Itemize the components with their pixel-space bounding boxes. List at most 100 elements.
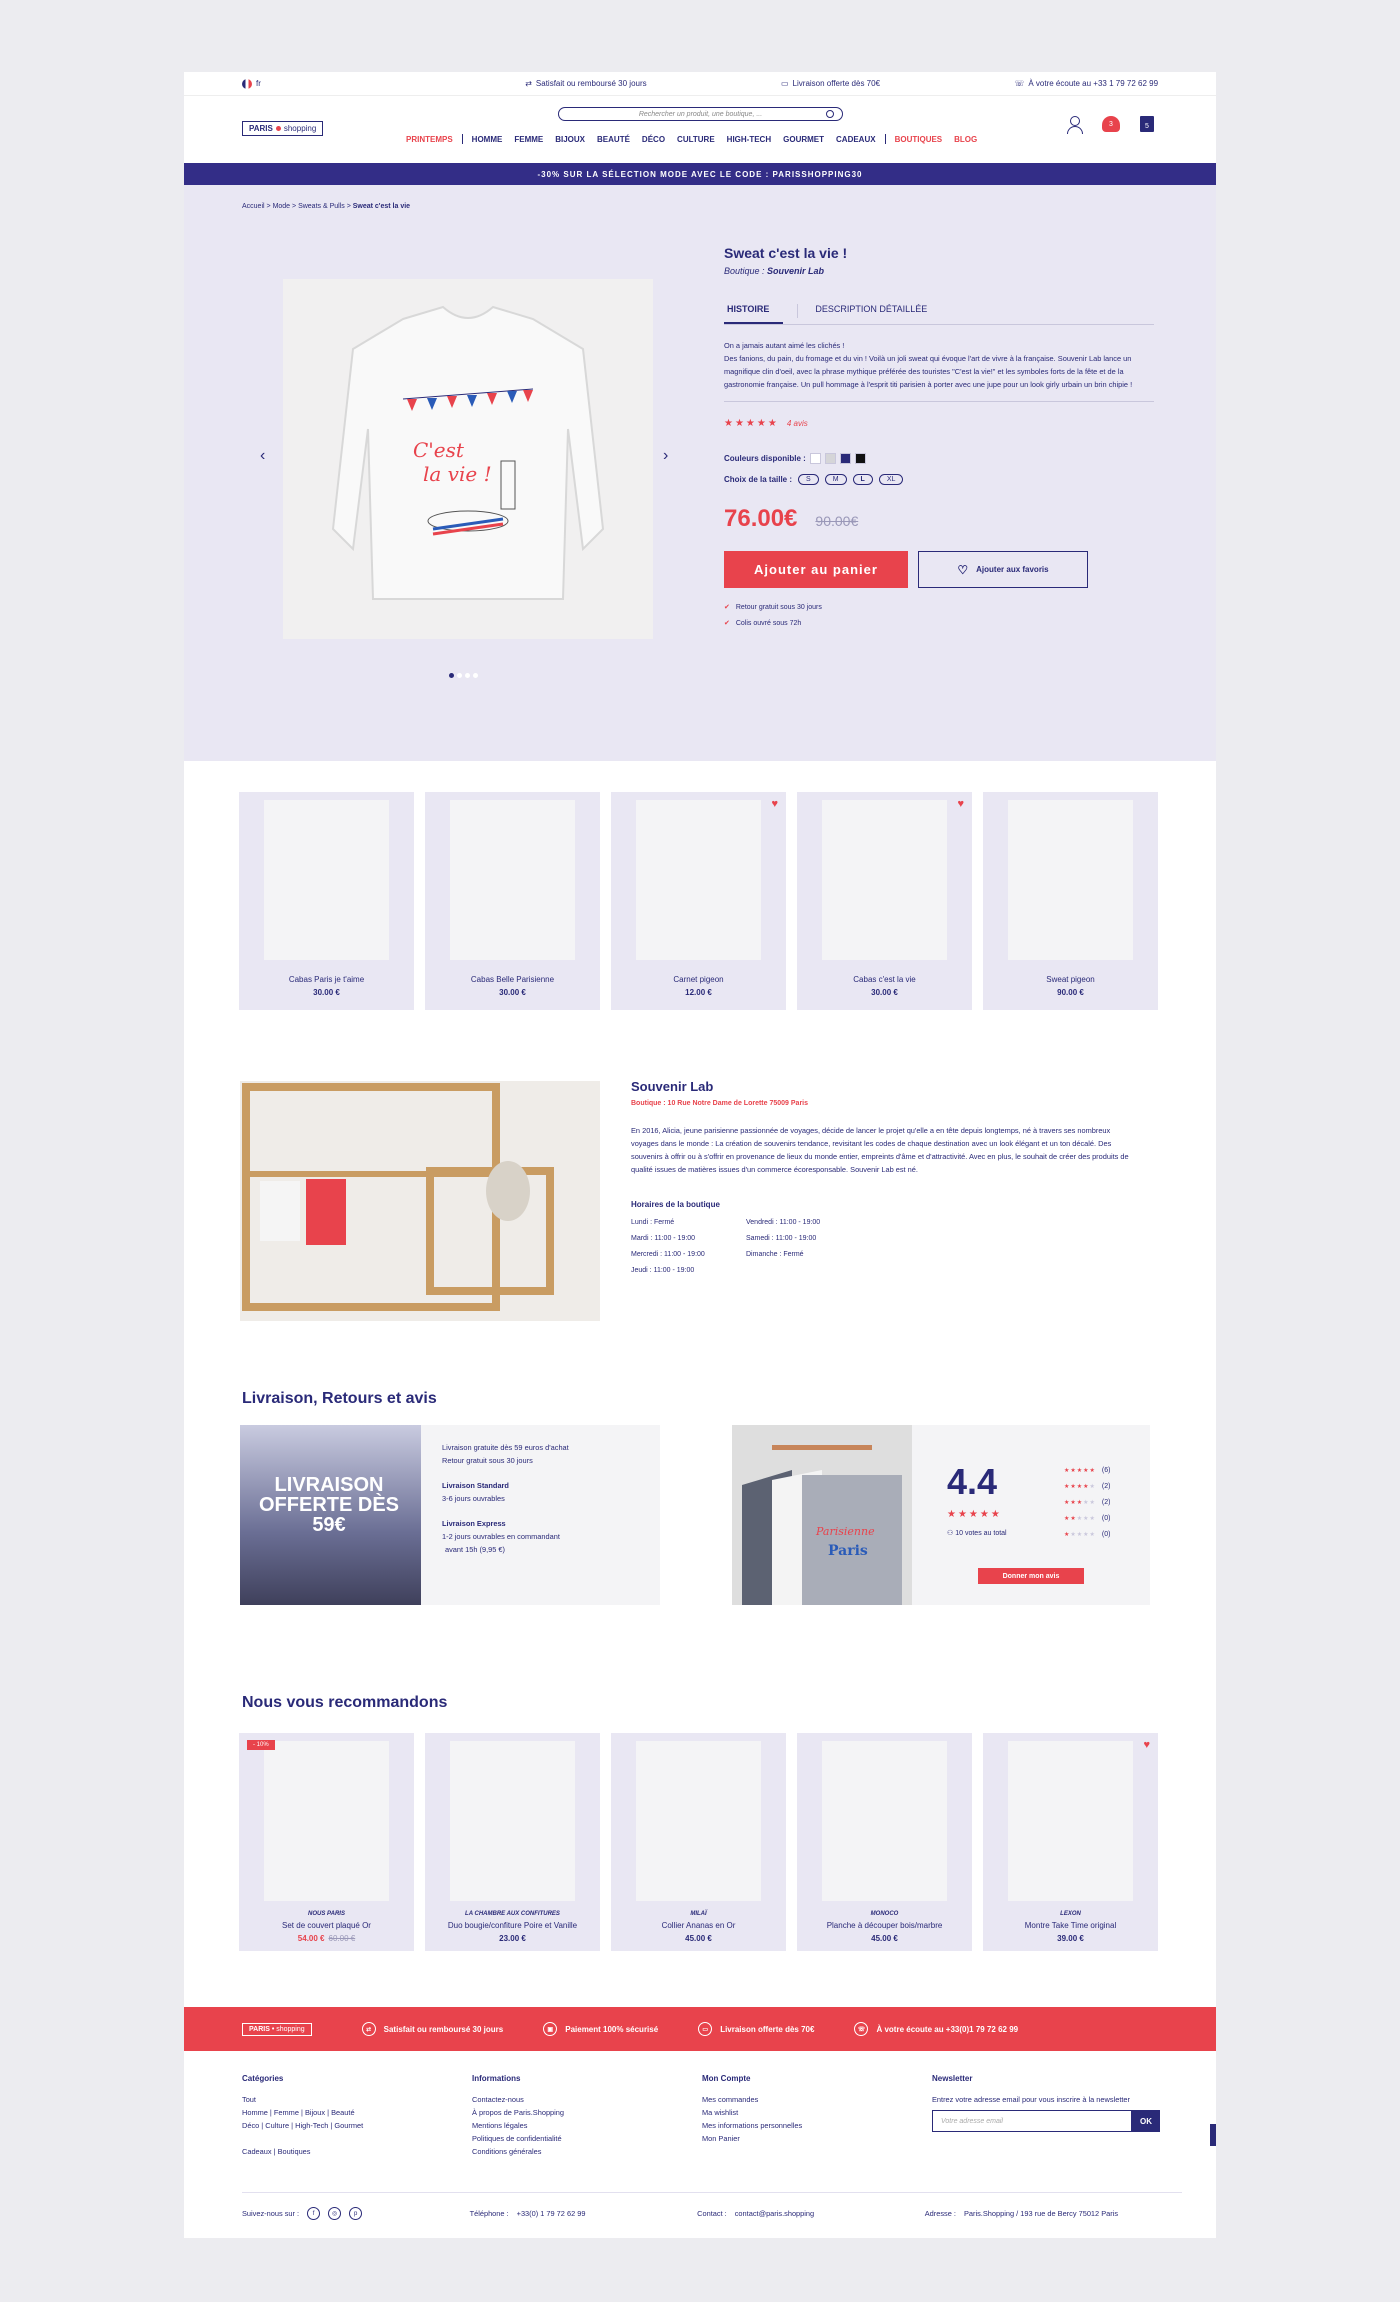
size-option-s[interactable]: S xyxy=(798,474,819,485)
stars-5-icon: ★★★★★ xyxy=(1064,1468,1096,1474)
product-name: Cabas Belle Parisienne xyxy=(470,975,555,984)
footer-link[interactable]: Mon Panier xyxy=(702,2132,932,2145)
newsletter-email-input[interactable]: Votre adresse email xyxy=(932,2110,1132,2132)
language-selector[interactable]: fr xyxy=(242,78,261,89)
add-to-cart-button[interactable]: Ajouter au panier xyxy=(724,551,908,588)
search-icon[interactable] xyxy=(826,110,834,118)
shop-hours-title: Horaires de la boutique xyxy=(631,1200,720,1209)
next-arrow-icon[interactable]: › xyxy=(663,447,668,465)
nav-bijoux[interactable]: BIJOUX xyxy=(549,135,591,144)
footer-address-line: Adresse : Paris.Shopping / 193 rue de Be… xyxy=(925,2207,1182,2220)
footer-link[interactable]: Mes commandes xyxy=(702,2093,932,2106)
color-swatch-navy[interactable] xyxy=(839,453,851,464)
color-swatch-black[interactable] xyxy=(854,453,866,464)
recommend-title: Nous vous recommandons xyxy=(242,1694,448,1711)
product-card[interactable]: Cabas Belle Parisienne 30.00 € xyxy=(425,792,600,1010)
chat-tab[interactable] xyxy=(1210,2124,1216,2146)
footer-link[interactable]: Mes informations personnelles xyxy=(702,2119,932,2132)
instagram-icon[interactable]: ◎ xyxy=(328,2207,342,2220)
footer-link[interactable]: Cadeaux | Boutiques xyxy=(242,2145,472,2158)
color-swatch-white[interactable] xyxy=(809,453,821,464)
stars-2-icon: ★★★★★ xyxy=(1064,1516,1096,1522)
colors-label: Couleurs disponible : xyxy=(724,454,806,463)
footer-link[interactable]: Mentions légales xyxy=(472,2119,702,2132)
tab-description[interactable]: DESCRIPTION DÉTAILLÉE xyxy=(812,304,930,324)
add-to-favorites-button[interactable]: ♡ Ajouter aux favoris xyxy=(918,551,1088,588)
standard-text: 3-6 jours ouvrables xyxy=(442,1494,505,1503)
carousel-dot[interactable] xyxy=(449,673,454,678)
footer-link[interactable]: Contactez-nous xyxy=(472,2093,702,2106)
footer-link[interactable]: Politiques de confidentialité xyxy=(472,2132,702,2145)
size-option-l[interactable]: L xyxy=(852,474,873,485)
product-card[interactable]: MILAÏ Collier Ananas en Or 45.00 € xyxy=(611,1733,786,1951)
nav-culture[interactable]: CULTURE xyxy=(671,135,721,144)
breadcrumb-mode[interactable]: Mode xyxy=(273,203,291,210)
delivery-photo: LIVRAISON OFFERTE DÈS 59€ xyxy=(240,1425,421,1605)
size-label: Choix de la taille : xyxy=(724,475,793,484)
product-card[interactable]: ♥ Cabas c'est la vie 30.00 € xyxy=(797,792,972,1010)
carousel-dot[interactable] xyxy=(473,673,478,678)
footer-link[interactable]: Ma wishlist xyxy=(702,2106,932,2119)
footer-logo[interactable]: PARIS • shopping xyxy=(242,2022,312,2036)
tab-histoire[interactable]: HISTOIRE xyxy=(724,304,784,324)
nav-high-tech[interactable]: HIGH-TECH xyxy=(721,135,777,144)
nav-boutiques[interactable]: BOUTIQUES xyxy=(889,135,949,144)
nav-femme[interactable]: FEMME xyxy=(508,135,549,144)
contact-email[interactable]: contact@paris.shopping xyxy=(735,2209,814,2218)
product-card[interactable]: LA CHAMBRE AUX CONFITURES Duo bougie/con… xyxy=(425,1733,600,1951)
reviews-link[interactable]: 4 avis xyxy=(787,419,808,428)
footer-bar-text: Paiement 100% sécurisé xyxy=(565,2024,659,2034)
logo-text-shopping: shopping xyxy=(283,124,317,133)
product-brand: LA CHAMBRE AUX CONFITURES xyxy=(465,1911,560,1917)
carousel-dot[interactable] xyxy=(457,673,462,678)
nav-deco[interactable]: DÉCO xyxy=(636,135,671,144)
footer-link[interactable]: Tout xyxy=(242,2093,472,2106)
footer-bar-text: À votre écoute au +33(0)1 79 72 62 99 xyxy=(876,2024,1019,2034)
product-photo xyxy=(450,1741,575,1901)
favorite-heart-icon[interactable]: ♥ xyxy=(957,798,964,810)
give-review-button[interactable]: Donner mon avis xyxy=(978,1568,1084,1584)
favorites-heart-icon[interactable]: 3 xyxy=(1102,116,1120,132)
product-card[interactable]: ♥ Carnet pigeon 12.00 € xyxy=(611,792,786,1010)
product-card[interactable]: - 10% NOUS PARIS Set de couvert plaqué O… xyxy=(239,1733,414,1951)
size-option-xl[interactable]: XL xyxy=(878,474,904,485)
phone-value[interactable]: +33(0) 1 79 72 62 99 xyxy=(517,2209,586,2218)
favorite-heart-icon[interactable]: ♥ xyxy=(771,798,778,810)
newsletter-ok-button[interactable]: OK xyxy=(1132,2110,1160,2132)
size-option-m[interactable]: M xyxy=(824,474,847,485)
product-card[interactable]: ♥ LEXON Montre Take Time original 39.00 … xyxy=(983,1733,1158,1951)
footer-link[interactable]: Déco | Culture | High-Tech | Gourmet xyxy=(242,2119,472,2132)
nav-gourmet[interactable]: GOURMET xyxy=(777,135,830,144)
delivery-box: LIVRAISON OFFERTE DÈS 59€ Livraison grat… xyxy=(240,1425,660,1605)
footer-link[interactable]: Conditions générales xyxy=(472,2145,702,2158)
product-rating: ★★★★★ 4 avis xyxy=(724,401,1154,429)
nav-homme[interactable]: HOMME xyxy=(466,135,509,144)
footer-link[interactable]: Homme | Femme | Bijoux | Beauté xyxy=(242,2106,472,2119)
boutique-link[interactable]: Souvenir Lab xyxy=(767,266,824,276)
related-products: Cabas Paris je t'aime 30.00 € Cabas Bell… xyxy=(239,792,1158,1010)
prev-arrow-icon[interactable]: ‹ xyxy=(260,447,265,465)
delivery-photo-text: LIVRAISON OFFERTE DÈS 59€ xyxy=(258,1474,399,1536)
nav-cadeaux[interactable]: CADEAUX xyxy=(830,135,882,144)
product-card[interactable]: Cabas Paris je t'aime 30.00 € xyxy=(239,792,414,1010)
footer-link[interactable]: À propos de Paris.Shopping xyxy=(472,2106,702,2119)
breadcrumb-sweats[interactable]: Sweats & Pulls xyxy=(298,203,345,210)
nav-blog[interactable]: BLOG xyxy=(948,135,983,144)
product-card[interactable]: Sweat pigeon 90.00 € xyxy=(983,792,1158,1010)
search-input[interactable]: Rechercher un produit, une boutique, ... xyxy=(558,107,843,121)
favorite-heart-icon[interactable]: ♥ xyxy=(1143,1739,1150,1751)
facebook-icon[interactable]: f xyxy=(307,2207,321,2220)
express-title: Livraison Express xyxy=(442,1519,506,1528)
nav-beaute[interactable]: BEAUTÉ xyxy=(591,135,636,144)
nav-printemps[interactable]: PRINTEMPS xyxy=(400,135,459,144)
shop-name[interactable]: Souvenir Lab xyxy=(631,1080,1131,1093)
product-card[interactable]: MONOCO Planche à découper bois/marbre 45… xyxy=(797,1733,972,1951)
truck-icon: ▭ xyxy=(698,2022,713,2036)
color-swatch-grey[interactable] xyxy=(824,453,836,464)
breadcrumb-home[interactable]: Accueil xyxy=(242,203,265,210)
pinterest-icon[interactable]: p xyxy=(349,2207,363,2220)
cart-bag-icon[interactable]: 5 xyxy=(1140,116,1154,132)
user-icon[interactable] xyxy=(1066,116,1083,134)
logo[interactable]: PARIS shopping xyxy=(242,121,324,136)
carousel-dot[interactable] xyxy=(465,673,470,678)
